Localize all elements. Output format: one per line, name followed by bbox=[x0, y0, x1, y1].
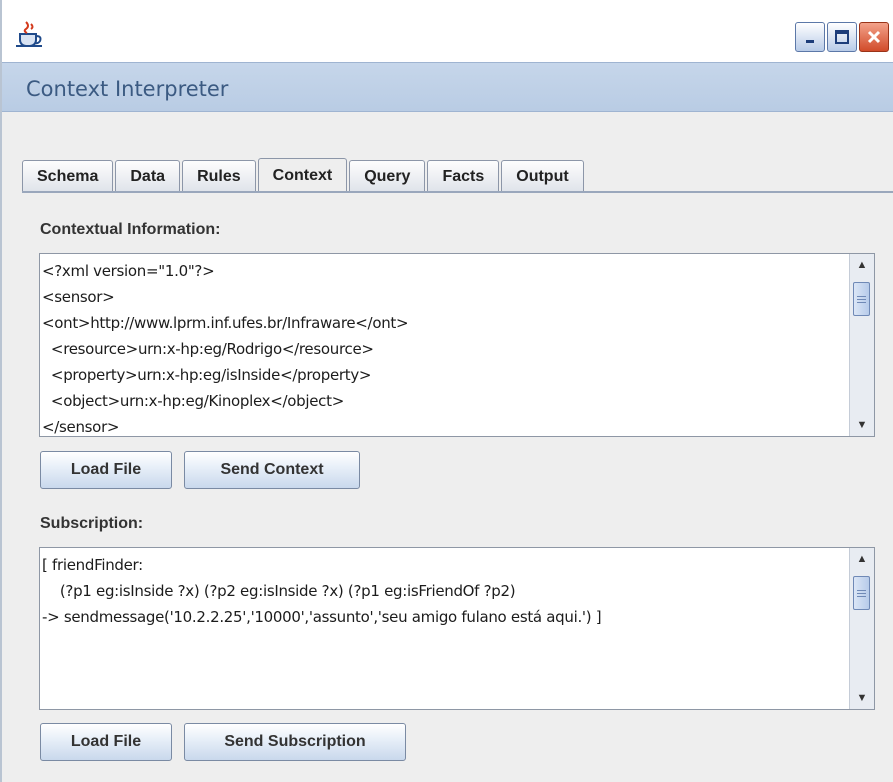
tab-query[interactable]: Query bbox=[349, 160, 426, 192]
app-window: Context Interpreter Schema Data Rules Co… bbox=[0, 0, 893, 782]
send-context-button[interactable]: Send Context bbox=[184, 451, 360, 489]
scroll-up-arrow-icon[interactable]: ▲ bbox=[850, 254, 874, 276]
title-bar bbox=[2, 0, 893, 62]
subscription-textarea[interactable]: [ friendFinder: (?p1 eg:isInside ?x) (?p… bbox=[39, 547, 875, 710]
maximize-icon bbox=[835, 30, 849, 44]
maximize-button[interactable] bbox=[827, 22, 857, 52]
scroll-down-arrow-icon[interactable]: ▼ bbox=[850, 687, 874, 709]
tab-facts[interactable]: Facts bbox=[427, 160, 500, 192]
minimize-button[interactable] bbox=[795, 22, 825, 52]
tab-output[interactable]: Output bbox=[501, 160, 584, 192]
subscription-text[interactable]: [ friendFinder: (?p1 eg:isInside ?x) (?p… bbox=[42, 552, 848, 630]
scrollbar-thumb[interactable] bbox=[853, 576, 870, 610]
contextual-information-label: Contextual Information: bbox=[40, 221, 221, 238]
contextual-information-textarea[interactable]: <?xml version="1.0"?> <sensor> <ont>http… bbox=[39, 253, 875, 437]
scroll-up-arrow-icon[interactable]: ▲ bbox=[850, 548, 874, 570]
contextual-information-text[interactable]: <?xml version="1.0"?> <sensor> <ont>http… bbox=[42, 258, 848, 436]
tab-bar: Schema Data Rules Context Query Facts Ou… bbox=[22, 158, 586, 192]
load-file-button-2[interactable]: Load File bbox=[40, 723, 172, 761]
context-tab-panel: Contextual Information: <?xml version="1… bbox=[22, 193, 893, 782]
tab-data[interactable]: Data bbox=[115, 160, 181, 192]
send-subscription-button[interactable]: Send Subscription bbox=[184, 723, 406, 761]
java-cup-icon bbox=[16, 21, 42, 47]
tab-context[interactable]: Context bbox=[257, 158, 348, 192]
close-icon bbox=[867, 30, 881, 44]
close-button[interactable] bbox=[859, 22, 889, 52]
minimize-icon bbox=[806, 40, 814, 43]
scroll-down-arrow-icon[interactable]: ▼ bbox=[850, 414, 874, 436]
contextual-scrollbar[interactable]: ▲ ▼ bbox=[849, 254, 874, 436]
subscription-label: Subscription: bbox=[40, 515, 144, 532]
app-title: Context Interpreter bbox=[26, 77, 229, 101]
header-strip: Context Interpreter bbox=[2, 62, 893, 112]
scrollbar-thumb[interactable] bbox=[853, 282, 870, 316]
subscription-scrollbar[interactable]: ▲ ▼ bbox=[849, 548, 874, 709]
load-file-button[interactable]: Load File bbox=[40, 451, 172, 489]
tab-schema[interactable]: Schema bbox=[22, 160, 114, 192]
tab-rules[interactable]: Rules bbox=[182, 160, 256, 192]
